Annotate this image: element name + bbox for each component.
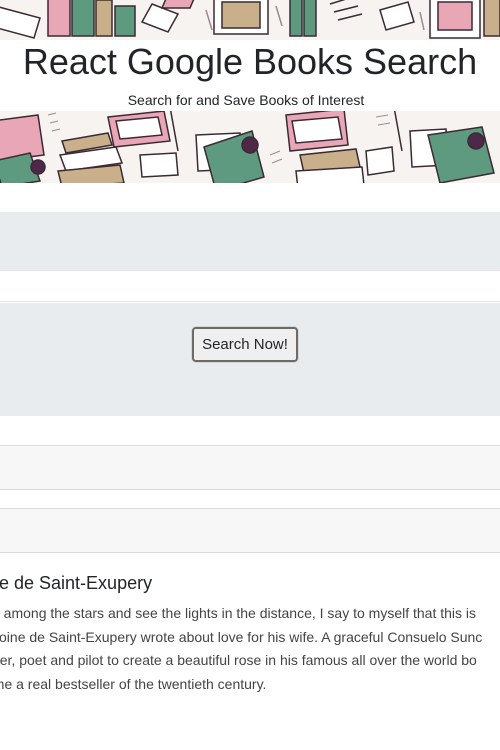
search-jumbotron bbox=[0, 212, 500, 270]
book-pattern-illustration bbox=[0, 0, 500, 39]
header-pattern-top bbox=[0, 0, 500, 40]
result-card-header bbox=[0, 508, 500, 553]
page-title: React Google Books Search bbox=[22, 41, 478, 82]
header-pattern-bottom bbox=[0, 111, 500, 183]
page: React Google Books Search Search for and… bbox=[0, 0, 500, 750]
book-author: e de Saint-Exupery bbox=[0, 573, 153, 593]
search-input[interactable] bbox=[0, 270, 500, 302]
description-line: I fly among the stars and see the lights… bbox=[0, 605, 477, 621]
result-card-header bbox=[0, 445, 500, 490]
book-pattern-illustration bbox=[0, 111, 495, 183]
search-button[interactable]: Search Now! bbox=[192, 327, 298, 362]
description-line: came a real bestseller of the twentieth … bbox=[0, 675, 267, 692]
description-line: Antoine de Saint-Exupery wrote about lov… bbox=[0, 628, 483, 645]
search-button-panel: Search Now! bbox=[0, 303, 500, 416]
page-subtitle: Search for and Save Books of Interest bbox=[127, 92, 365, 108]
header: React Google Books Search Search for and… bbox=[0, 40, 500, 111]
book-description: I fly among the stars and see the lights… bbox=[0, 602, 500, 692]
description-line: writer, poet and pilot to create a beaut… bbox=[0, 652, 477, 668]
